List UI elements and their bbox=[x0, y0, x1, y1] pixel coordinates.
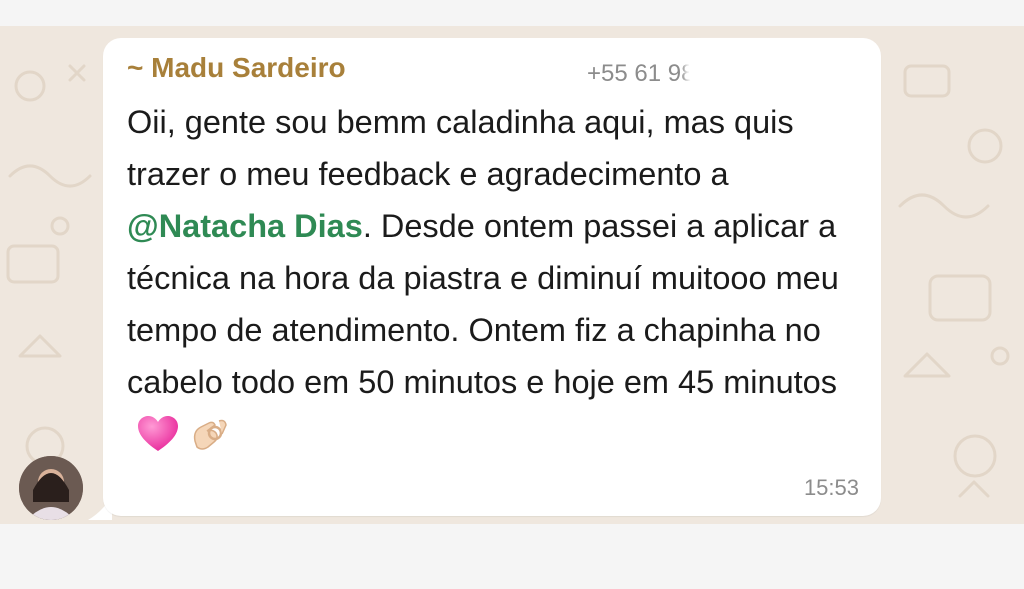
sender-name[interactable]: ~ Madu Sardeiro bbox=[127, 52, 346, 84]
message-bubble[interactable]: ~ Madu Sardeiro +55 61 98164-5679 Oii, g… bbox=[103, 38, 881, 516]
phone-redaction bbox=[689, 46, 861, 86]
message-timestamp: 15:53 bbox=[803, 475, 859, 500]
chat-background: ~ Madu Sardeiro +55 61 98164-5679 Oii, g… bbox=[0, 26, 1024, 524]
mention-link[interactable]: @Natacha Dias bbox=[127, 208, 363, 244]
bottom-bar bbox=[0, 524, 1024, 589]
top-bar bbox=[0, 0, 1024, 26]
avatar-photo bbox=[19, 456, 83, 520]
pink-heart-icon bbox=[137, 415, 179, 468]
ok-hand-icon bbox=[189, 411, 231, 468]
message-text-before-mention: Oii, gente sou bemm caladinha aqui, mas … bbox=[127, 104, 794, 192]
message-text: Oii, gente sou bemm caladinha aqui, mas … bbox=[127, 96, 867, 468]
sender-avatar[interactable] bbox=[19, 456, 83, 520]
